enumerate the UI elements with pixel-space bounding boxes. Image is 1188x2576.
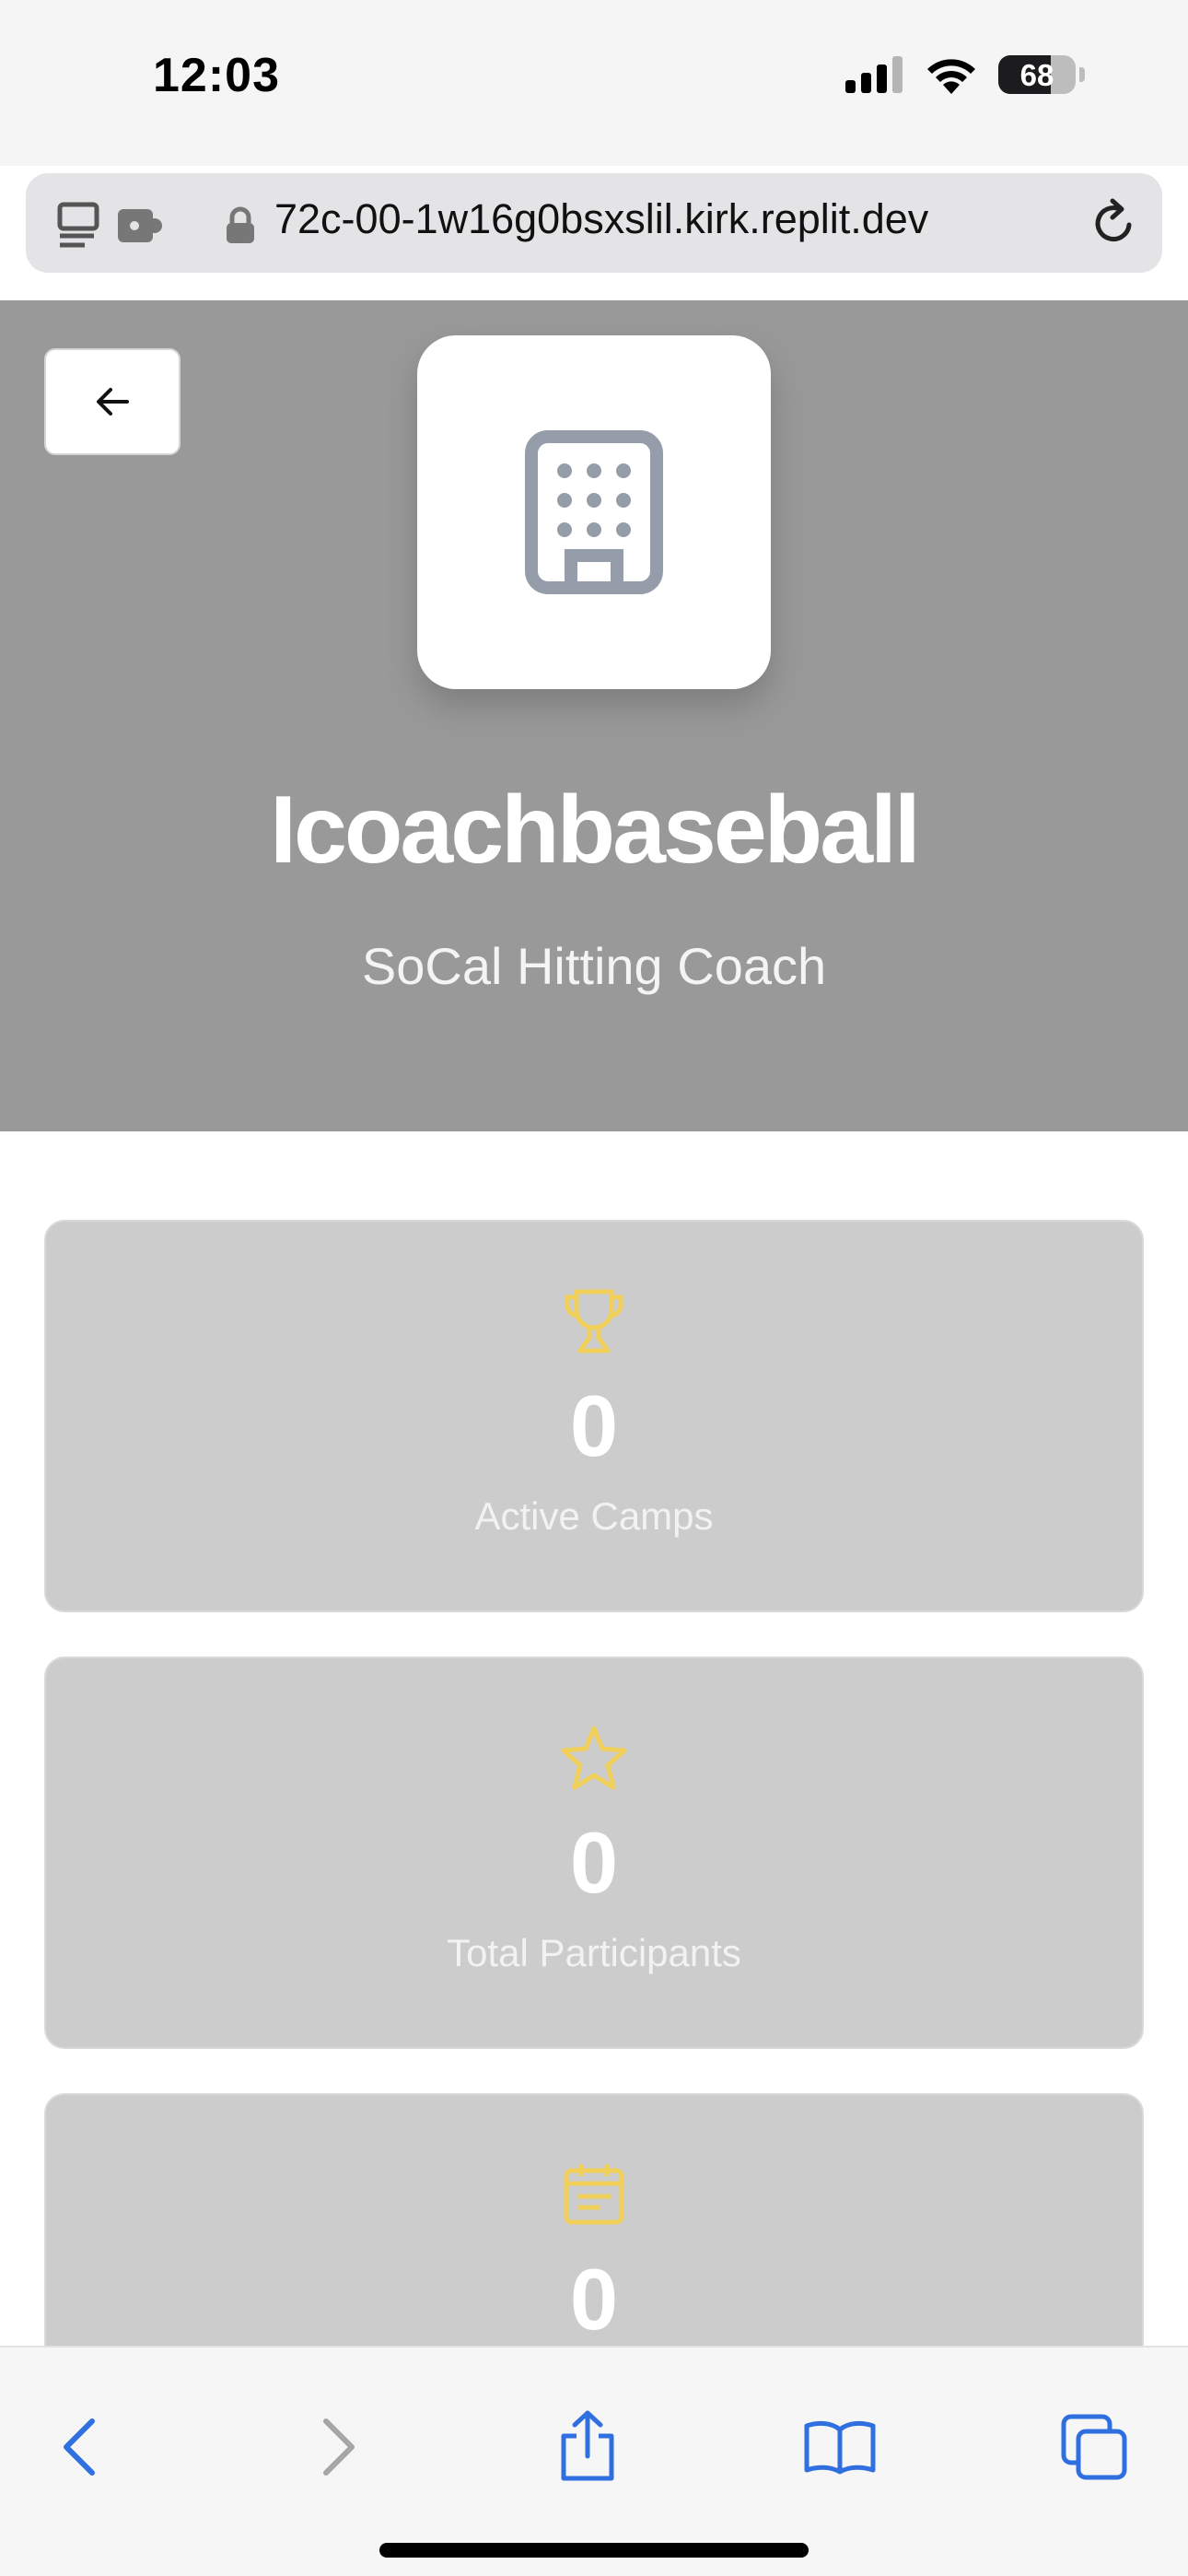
bookmarks-icon	[804, 2420, 876, 2475]
battery-cap	[1079, 67, 1085, 82]
lock-icon	[227, 206, 254, 243]
building-icon	[525, 430, 663, 594]
star-icon	[561, 1726, 627, 1790]
cellular-signal-icon	[845, 56, 903, 93]
url-text[interactable]: 72c-00-1w16g0bsxslil.kirk.replit.dev	[274, 195, 1094, 243]
battery-percent: 68	[1019, 58, 1054, 92]
stat-label: Total Participants	[447, 1931, 741, 1974]
calendar-icon	[564, 2164, 624, 2225]
status-time: 12:03	[153, 49, 280, 102]
forward-nav-button[interactable]	[293, 2401, 385, 2493]
back-nav-button[interactable]	[33, 2401, 125, 2493]
status-bar: 12:03 68	[0, 0, 1188, 166]
battery-icon: 68	[998, 55, 1076, 94]
address-bar[interactable]: 72c-00-1w16g0bsxslil.kirk.replit.dev	[26, 173, 1162, 273]
stat-value: 0	[569, 1814, 619, 1911]
stat-value: 0	[569, 2251, 619, 2348]
home-indicator[interactable]	[379, 2543, 809, 2558]
url-bar-icons	[57, 201, 164, 249]
back-icon	[64, 2418, 95, 2476]
stat-value: 0	[569, 1377, 619, 1474]
stat-card-active-camps: 0 Active Camps	[44, 1220, 1144, 1612]
bookmarks-button[interactable]	[794, 2401, 886, 2493]
browser-toolbar	[0, 2346, 1188, 2576]
trophy-icon	[565, 1289, 623, 1353]
profile-name: Icoachbaseball	[270, 777, 921, 884]
tab-overview-icon[interactable]	[57, 201, 103, 249]
stat-label: Active Camps	[474, 1494, 714, 1538]
reload-icon[interactable]	[1089, 197, 1140, 249]
extensions-icon[interactable]	[114, 204, 164, 246]
tabs-icon	[1061, 2414, 1127, 2480]
arrow-left-icon	[97, 388, 129, 416]
status-icons: 68	[845, 55, 1085, 94]
back-button[interactable]	[44, 348, 181, 455]
share-icon	[561, 2410, 614, 2481]
wifi-icon	[927, 59, 975, 94]
profile-logo	[417, 335, 771, 689]
forward-icon	[323, 2418, 355, 2476]
profile-subtitle: SoCal Hitting Coach	[361, 937, 827, 995]
tabs-button[interactable]	[1048, 2401, 1140, 2493]
share-button[interactable]	[542, 2401, 634, 2493]
stat-card-total-participants: 0 Total Participants	[44, 1657, 1144, 2049]
profile-header: Icoachbaseball SoCal Hitting Coach	[0, 300, 1188, 1131]
